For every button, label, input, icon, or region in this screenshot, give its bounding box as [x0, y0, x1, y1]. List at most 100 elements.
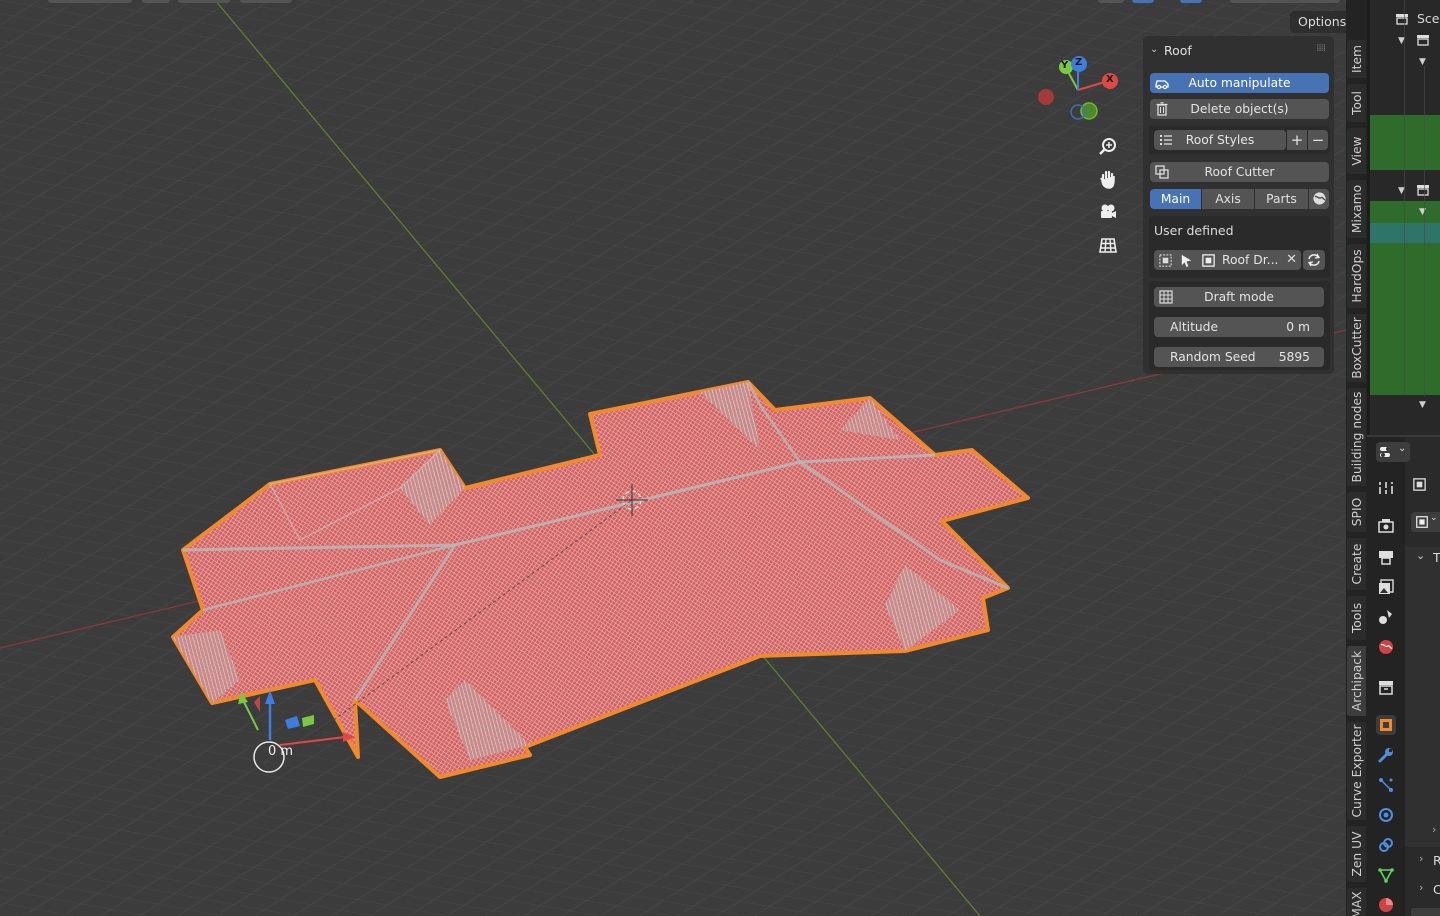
- particles-icon: [1379, 778, 1393, 792]
- tab-render[interactable]: [1376, 516, 1396, 536]
- sidebar-tab-label: MAX: [1349, 891, 1364, 916]
- header-stub[interactable]: [1230, 0, 1340, 3]
- roof-styles-menu[interactable]: Roof Styles: [1154, 130, 1286, 150]
- tab-data[interactable]: [1376, 865, 1396, 885]
- sidebar-tab-spio[interactable]: SPIO: [1347, 492, 1366, 532]
- 3d-viewport[interactable]: Y Z X 0 m Options ⌄ ⌄ Roof ⁞⁞⁞⁞ Auto man…: [0, 0, 1346, 916]
- editor-type-dropdown[interactable]: ⌄: [1376, 442, 1410, 462]
- sidebar-tab-view[interactable]: View: [1347, 128, 1366, 174]
- sidebar-tab-curve-exporter[interactable]: Curve Exporter: [1347, 722, 1366, 820]
- tab-scene[interactable]: [1376, 607, 1396, 627]
- sidebar-tab-label: Item: [1349, 45, 1364, 73]
- chevron-down-icon[interactable]: ⌄: [1416, 549, 1425, 562]
- gizmo-z-label: Z: [1075, 57, 1083, 68]
- roof-panel: ⌄ Roof ⁞⁞⁞⁞ Auto manipulate Delete objec…: [1143, 36, 1334, 374]
- random-seed-label: Random Seed: [1170, 350, 1256, 364]
- outliner-tree-line: [1404, 0, 1405, 395]
- refresh-icon: [1307, 253, 1321, 267]
- trash-icon: [1156, 102, 1168, 116]
- tab-main[interactable]: Main: [1150, 189, 1201, 209]
- sidebar-tab-archipack[interactable]: Archipack: [1347, 646, 1366, 716]
- header-stub[interactable]: [1180, 0, 1202, 3]
- chevron-right-icon[interactable]: ›: [1419, 852, 1423, 865]
- sidebar-tabs: Item Tool View Mixamo HardOps BoxCutter …: [1346, 0, 1367, 916]
- draft-mode-button[interactable]: Draft mode: [1154, 287, 1324, 307]
- sidebar-tab-label: Mixamo: [1349, 184, 1364, 234]
- sidebar-tab-hardops[interactable]: HardOps: [1347, 244, 1366, 308]
- sidebar-tab-label: Tool: [1349, 91, 1364, 115]
- image-icon: [1379, 579, 1394, 594]
- sidebar-tab-max[interactable]: MAX: [1347, 888, 1366, 916]
- outliner-panel: Sce ▼ ▼ ▼ ▼ ▼: [1367, 0, 1440, 435]
- tab-view-layer[interactable]: [1376, 577, 1396, 597]
- auto-manipulate-button[interactable]: Auto manipulate: [1150, 73, 1329, 93]
- tab-world[interactable]: [1376, 637, 1396, 657]
- tab-axis-label: Axis: [1215, 192, 1241, 206]
- options-dropdown[interactable]: Options ⌄: [1290, 11, 1346, 33]
- collection-box-icon: [1379, 681, 1393, 695]
- tab-physics[interactable]: [1376, 805, 1396, 825]
- remove-style-button[interactable]: −: [1308, 130, 1328, 150]
- clear-icon[interactable]: ✕: [1286, 250, 1297, 270]
- tab-object[interactable]: [1376, 715, 1396, 735]
- chevron-right-icon[interactable]: ›: [1419, 881, 1423, 894]
- sidebar-tab-label: SPIO: [1349, 497, 1364, 527]
- roof-cutter-label: Roof Cutter: [1204, 165, 1275, 179]
- random-seed-value: 5895: [1278, 350, 1310, 364]
- roof-draft-picker[interactable]: Roof Dr... ✕: [1154, 250, 1301, 270]
- sidebar-tab-boxcutter[interactable]: BoxCutter: [1347, 314, 1366, 382]
- tab-constraints[interactable]: [1376, 835, 1396, 855]
- refresh-button[interactable]: [1303, 250, 1325, 270]
- tab-output[interactable]: [1376, 547, 1396, 567]
- sidebar-tab-tool[interactable]: Tool: [1347, 84, 1366, 122]
- zoom-icon: [1099, 138, 1116, 155]
- header-stub[interactable]: [1132, 0, 1154, 3]
- header-stub[interactable]: [240, 0, 292, 3]
- sidebar-tab-building-nodes[interactable]: Building nodes: [1347, 388, 1366, 486]
- outliner-row-selected[interactable]: [1370, 201, 1440, 223]
- sidebar-tab-item[interactable]: Item: [1347, 40, 1366, 78]
- roof-cutter-button[interactable]: Roof Cutter: [1150, 162, 1329, 182]
- object-dropdown[interactable]: ⌄: [1411, 512, 1440, 532]
- tab-particles[interactable]: [1376, 775, 1396, 795]
- sidebar-tab-create[interactable]: Create: [1347, 538, 1366, 590]
- ortho-toggle-button[interactable]: [1094, 231, 1122, 259]
- tab-tool[interactable]: [1376, 478, 1396, 498]
- chevron-right-icon[interactable]: ›: [1432, 823, 1436, 836]
- tab-material[interactable]: [1376, 895, 1396, 915]
- sidebar-tab-label: HardOps: [1349, 249, 1364, 303]
- field-stub[interactable]: [1411, 908, 1440, 916]
- tab-modifiers[interactable]: [1376, 745, 1396, 765]
- sidebar-tab-zen-uv[interactable]: Zen UV: [1347, 826, 1366, 882]
- zoom-button[interactable]: [1094, 133, 1122, 161]
- tab-parts[interactable]: Parts: [1255, 189, 1308, 209]
- expand-icon[interactable]: ▼: [1419, 400, 1426, 410]
- sidebar-tab-mixamo[interactable]: Mixamo: [1347, 180, 1366, 238]
- roof-panel-header[interactable]: ⌄ Roof ⁞⁞⁞⁞: [1143, 36, 1334, 64]
- header-stub[interactable]: [178, 0, 230, 3]
- pan-button[interactable]: [1094, 165, 1122, 193]
- delete-objects-button[interactable]: Delete object(s): [1150, 99, 1329, 119]
- options-label: Options: [1298, 14, 1346, 29]
- sidebar-tab-label: Archipack: [1349, 650, 1364, 712]
- add-style-button[interactable]: +: [1287, 130, 1307, 150]
- random-seed-field[interactable]: Random Seed 5895: [1154, 347, 1324, 367]
- wrench-icon: [1378, 748, 1393, 763]
- tab-axis[interactable]: Axis: [1202, 189, 1254, 209]
- header-stub[interactable]: [1098, 0, 1124, 3]
- tab-collection[interactable]: [1376, 677, 1396, 697]
- delete-objects-label: Delete object(s): [1190, 102, 1289, 116]
- drag-grip-icon[interactable]: ⁞⁞⁞⁞: [1316, 43, 1326, 54]
- cursor-arrow-icon[interactable]: [1179, 253, 1194, 268]
- header-stub[interactable]: [142, 0, 170, 3]
- camera-view-button[interactable]: [1094, 198, 1122, 226]
- mesh-data-icon: [1378, 868, 1394, 883]
- sidebar-tab-label: Create: [1349, 543, 1364, 585]
- preset-button[interactable]: [1309, 189, 1329, 209]
- object-orange-icon: [1380, 719, 1392, 731]
- altitude-field[interactable]: Altitude 0 m: [1154, 317, 1324, 337]
- outliner-row-active[interactable]: [1370, 223, 1440, 243]
- sidebar-tab-tools[interactable]: Tools: [1347, 596, 1366, 640]
- outliner-highlight: [1370, 243, 1440, 395]
- header-stub[interactable]: [48, 0, 132, 3]
